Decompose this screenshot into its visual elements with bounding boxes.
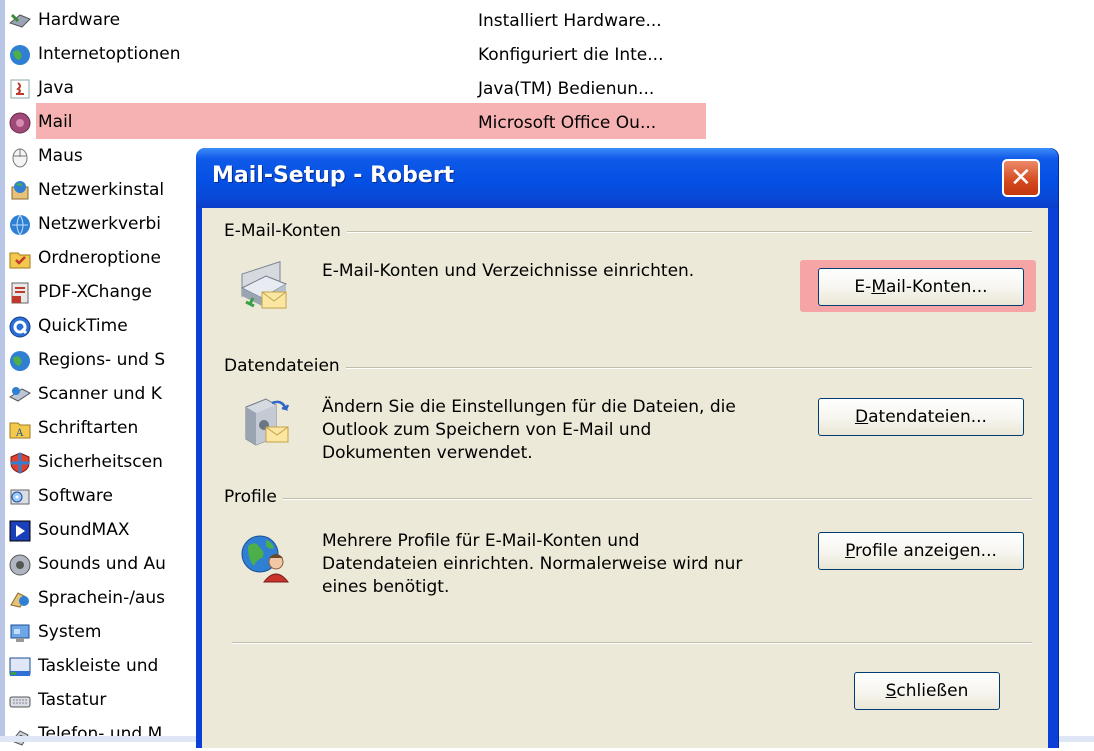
- mail-accounts-icon: [236, 258, 292, 314]
- speaker-icon: [8, 553, 32, 577]
- bottom-separator: [232, 642, 1032, 644]
- pdf-icon: [8, 281, 32, 305]
- control-panel-item[interactable]: Tastatur: [9, 684, 107, 717]
- profiles-description: Mehrere Profile für E-Mail-Konten und Da…: [322, 531, 743, 597]
- control-panel-item[interactable]: Telefon- und M: [11, 718, 162, 751]
- control-panel-item-label: PDF-XChange: [38, 282, 152, 302]
- data-files-icon: [236, 393, 292, 449]
- group-title-email-accounts: E-Mail-Konten: [224, 221, 347, 241]
- description-internetoptionen: Konfiguriert die Inte...: [478, 45, 664, 65]
- control-panel-item-label: Netzwerkinstal: [38, 180, 165, 200]
- keyboard-icon: [8, 689, 32, 713]
- network-connections-icon: [8, 213, 32, 237]
- profiles-icon: [236, 528, 292, 584]
- phone-icon: [8, 723, 32, 747]
- control-panel-item[interactable]: Netzwerkinstal: [11, 174, 165, 207]
- control-panel-item[interactable]: Scanner und K: [9, 378, 162, 411]
- control-panel-item-label: SoundMAX: [38, 520, 130, 540]
- control-panel-item-label: Sounds und Au: [38, 554, 166, 574]
- dialog-titlebar[interactable]: Mail-Setup - Robert ✕: [196, 148, 1058, 208]
- globe-icon: [8, 43, 32, 67]
- quicktime-icon: [8, 315, 32, 339]
- description-hardware: Installiert Hardware...: [478, 11, 662, 31]
- control-panel-item[interactable]: Netzwerkverbi: [10, 208, 161, 241]
- dialog-title: Mail-Setup - Robert: [212, 163, 455, 188]
- fonts-folder-icon: A: [8, 417, 32, 441]
- system-icon: [8, 621, 32, 645]
- control-panel-item-label: QuickTime: [38, 316, 128, 336]
- control-panel-item[interactable]: Software: [10, 480, 113, 513]
- control-panel-item[interactable]: Sprachein-/aus: [10, 582, 165, 615]
- control-panel-item[interactable]: Sicherheitscen: [10, 446, 163, 479]
- software-icon: [8, 485, 32, 509]
- control-panel-item-label: Sicherheitscen: [38, 452, 163, 472]
- control-panel-item[interactable]: Mail: [9, 106, 73, 139]
- svg-text:A: A: [15, 428, 24, 439]
- control-panel-item-label: Mail: [38, 112, 73, 132]
- control-panel-item[interactable]: QuickTime: [9, 310, 128, 343]
- control-panel-item-label: Internetoptionen: [38, 44, 181, 64]
- control-panel-item-label: Netzwerkverbi: [38, 214, 161, 234]
- folder-options-icon: [8, 247, 32, 271]
- control-panel-item-label: System: [38, 622, 102, 642]
- group-separator: [224, 498, 1032, 500]
- control-panel-item[interactable]: Internetoptionen: [10, 38, 181, 71]
- control-panel-item-label: Ordneroptione: [38, 248, 161, 268]
- data-files-description: Ändern Sie die Einstellungen für die Dat…: [322, 397, 736, 463]
- control-panel-item-label: Maus: [38, 146, 83, 166]
- control-panel-item-label: Taskleiste und: [38, 656, 159, 676]
- control-panel-item-label: Scanner und K: [38, 384, 162, 404]
- control-panel-item-label: Sprachein-/aus: [38, 588, 165, 608]
- control-panel-item[interactable]: Maus: [12, 140, 83, 173]
- control-panel-item-label: Schriftarten: [38, 418, 139, 438]
- control-panel-item[interactable]: Sounds und Au: [9, 548, 166, 581]
- control-panel-item-label: Java: [38, 78, 74, 98]
- email-accounts-description: E-Mail-Konten und Verzeichnisse einricht…: [322, 261, 695, 281]
- control-panel-item[interactable]: A Schriftarten: [9, 412, 139, 445]
- control-panel-item[interactable]: Hardware: [8, 4, 121, 37]
- soundmax-icon: [8, 519, 32, 543]
- close-button[interactable]: Schließen: [854, 672, 1000, 710]
- window-left-edge: [0, 0, 5, 742]
- shield-icon: [8, 451, 32, 475]
- taskbar-icon: [8, 655, 32, 679]
- speech-icon: [8, 587, 32, 611]
- control-panel-item-label: Hardware: [38, 10, 121, 30]
- dialog-client-area: E-Mail-Konten E-Mail-Konten und Verzeich…: [202, 208, 1048, 748]
- control-panel-item[interactable]: Ordneroptione: [9, 242, 161, 275]
- mail-setup-dialog: Mail-Setup - Robert ✕ E-Mail-Konten E-Ma…: [196, 148, 1058, 748]
- close-icon[interactable]: ✕: [1002, 159, 1040, 197]
- control-panel-item[interactable]: System: [10, 616, 102, 649]
- group-title-data-files: Datendateien: [224, 356, 346, 376]
- show-profiles-button[interactable]: Profile anzeigen...: [818, 532, 1024, 570]
- network-setup-icon: [8, 179, 32, 203]
- control-panel-item-label: Tastatur: [38, 690, 107, 710]
- control-panel-item[interactable]: Taskleiste und: [9, 650, 159, 683]
- control-panel-item-label: Software: [38, 486, 113, 506]
- globe-icon: [8, 349, 32, 373]
- description-mail: Microsoft Office Ou...: [478, 113, 657, 133]
- mouse-icon: [8, 145, 32, 169]
- description-java: Java(TM) Bedienun...: [478, 79, 655, 99]
- email-accounts-button[interactable]: E-Mail-Konten...: [818, 268, 1024, 306]
- scanner-icon: [8, 383, 32, 407]
- mail-icon: [8, 111, 32, 135]
- control-panel-item-label: Regions- und S: [38, 350, 166, 370]
- control-panel-item[interactable]: SoundMAX: [9, 514, 130, 547]
- control-panel-item[interactable]: Regions- und S: [10, 344, 166, 377]
- control-panel-item[interactable]: PDF-XChange: [11, 276, 152, 309]
- hardware-icon: [8, 9, 32, 33]
- control-panel-item[interactable]: Java: [10, 72, 74, 105]
- group-title-profiles: Profile: [224, 487, 283, 507]
- java-icon: [8, 77, 32, 101]
- data-files-button[interactable]: Datendateien...: [818, 398, 1024, 436]
